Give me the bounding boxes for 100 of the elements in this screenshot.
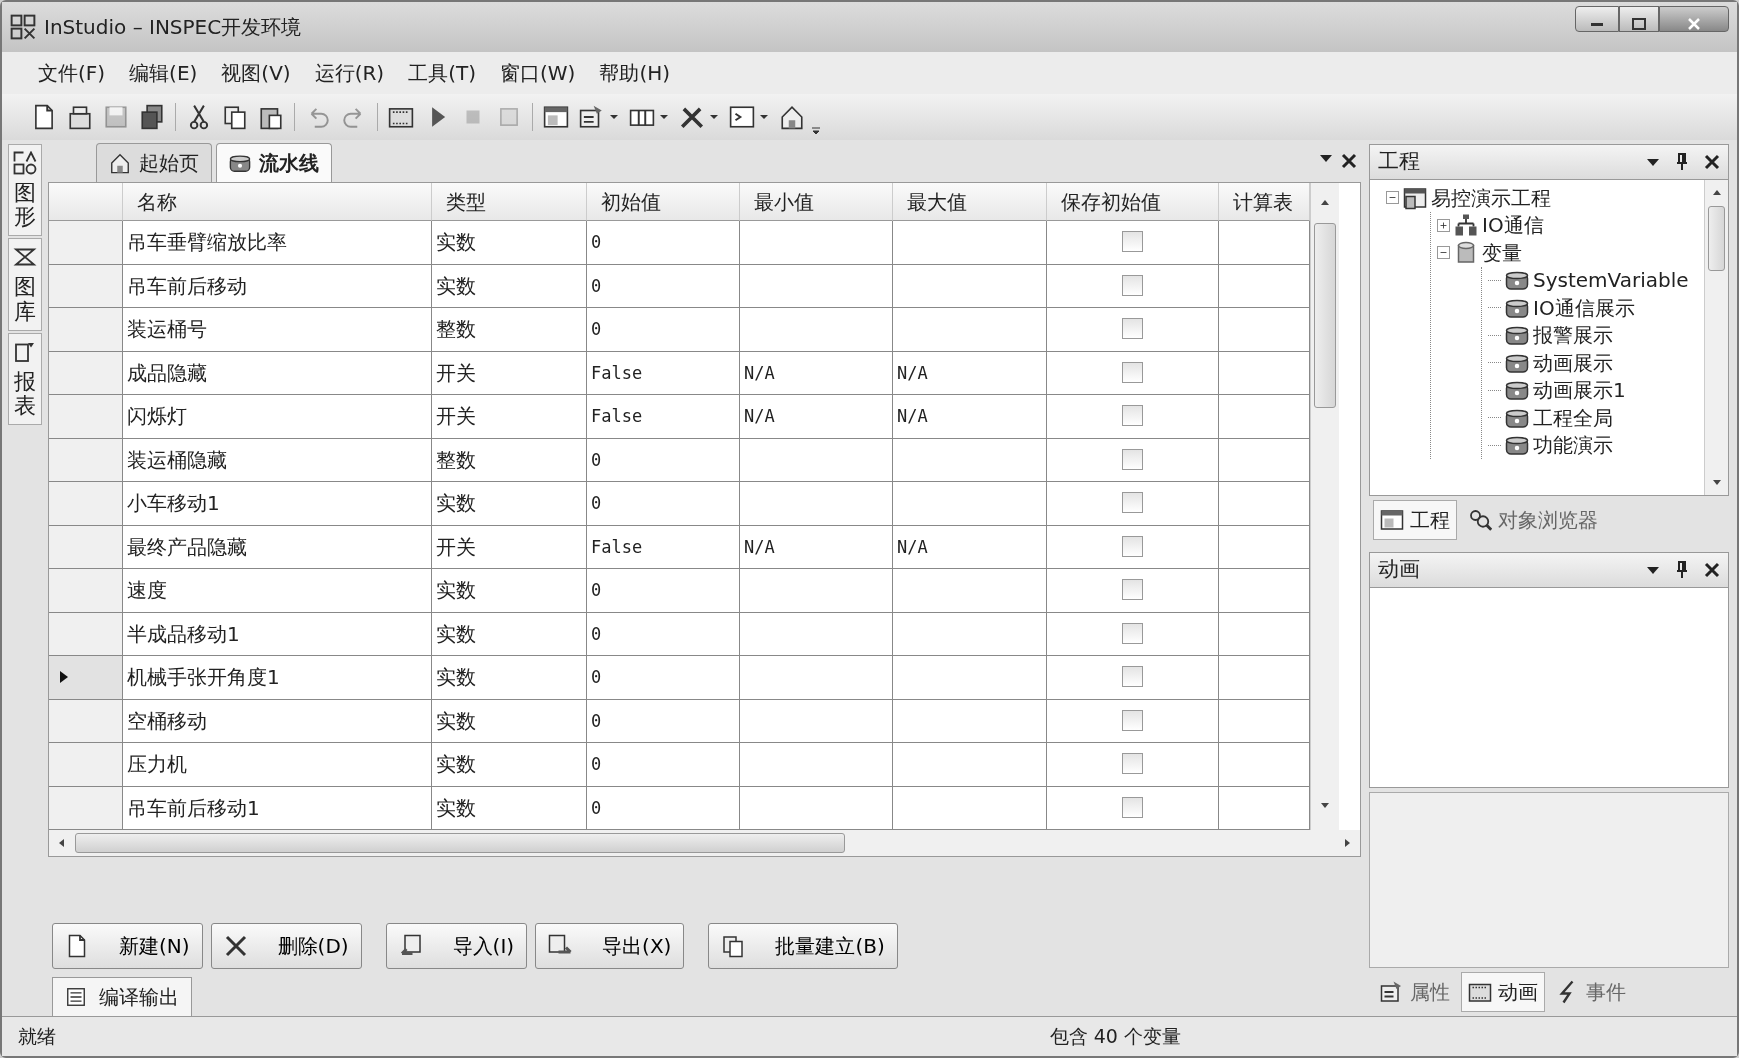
checkbox[interactable] [1122, 535, 1143, 557]
menu-item[interactable]: 工具(T) [396, 56, 488, 90]
checkbox[interactable] [1122, 448, 1143, 470]
panel-tab[interactable]: 事件 [1549, 972, 1633, 1012]
table-cell: 装运桶号 [123, 308, 432, 352]
checkbox[interactable] [1122, 753, 1143, 774]
menu-item[interactable]: 运行(R) [302, 56, 397, 90]
checkbox[interactable] [1122, 318, 1143, 339]
pin-icon[interactable] [1676, 561, 1688, 579]
checkbox[interactable] [1122, 231, 1143, 252]
scroll-left-arrow-icon[interactable] [57, 838, 67, 848]
table-cell: 装运桶隐藏 [123, 438, 432, 482]
row-header[interactable] [49, 699, 123, 743]
checkbox[interactable] [1122, 361, 1143, 383]
table-cell: 最终产品隐藏 [123, 525, 432, 569]
scroll-down-arrow-icon[interactable] [1320, 800, 1330, 810]
action-button[interactable]: 删除(D) [210, 923, 362, 969]
scroll-thumb[interactable] [75, 833, 845, 853]
minimize-button[interactable] [1575, 6, 1619, 32]
panel-tab[interactable]: 工程 [1373, 500, 1457, 540]
row-header[interactable] [49, 264, 123, 308]
row-header[interactable] [49, 438, 123, 482]
row-header[interactable] [49, 221, 123, 265]
scroll-thumb[interactable] [1314, 223, 1336, 408]
checkbox[interactable] [1122, 274, 1143, 296]
scroll-right-arrow-icon[interactable] [1342, 838, 1352, 848]
close-icon[interactable] [1704, 562, 1720, 578]
collapse-icon[interactable] [1386, 191, 1399, 205]
action-button[interactable]: 导入(I) [385, 923, 528, 969]
side-tab[interactable]: 报表 [8, 332, 42, 426]
menu-item[interactable]: 编辑(E) [117, 56, 210, 90]
column-header[interactable]: 保存初始值 [1047, 183, 1219, 221]
document-tab[interactable]: 起始页 [96, 143, 212, 182]
dropdown-icon[interactable] [1646, 565, 1660, 575]
menu-item[interactable]: 窗口(W) [488, 56, 588, 90]
table-cell: N/A [893, 351, 1047, 395]
dropdown-icon[interactable] [1646, 157, 1660, 167]
box-icon [67, 104, 93, 130]
scroll-up-arrow-icon[interactable] [1711, 188, 1722, 198]
collapse-icon[interactable] [1437, 246, 1450, 260]
action-button[interactable]: 导出(X) [535, 923, 685, 969]
row-header[interactable] [49, 786, 123, 830]
checkbox[interactable] [1122, 709, 1143, 731]
pin-icon[interactable] [1676, 153, 1688, 171]
maximize-button[interactable] [1619, 6, 1659, 32]
vertical-scrollbar[interactable] [1704, 180, 1728, 495]
checkbox[interactable] [1122, 405, 1143, 426]
checkbox[interactable] [1122, 666, 1143, 687]
menu-item[interactable]: 视图(V) [209, 56, 303, 90]
checkbox[interactable] [1122, 796, 1143, 818]
column-header[interactable]: 最小值 [740, 183, 893, 221]
checkbox[interactable] [1122, 622, 1143, 644]
row-header[interactable] [49, 395, 123, 439]
column-header[interactable]: 名称 [123, 183, 432, 221]
checkbox[interactable] [1122, 492, 1143, 513]
row-header[interactable] [49, 569, 123, 613]
row-header[interactable] [49, 525, 123, 569]
menu-item[interactable]: 帮助(H) [587, 56, 683, 90]
panel-tab[interactable]: 动画 [1461, 972, 1545, 1012]
action-button[interactable]: 批量建立(B) [708, 923, 898, 969]
table-cell: 实数 [432, 569, 587, 613]
scroll-down-arrow-icon[interactable] [1711, 477, 1722, 487]
dropdown-icon[interactable] [1319, 153, 1333, 163]
panel-tab[interactable]: 对象浏览器 [1461, 500, 1605, 540]
side-tab[interactable]: 图形 [8, 144, 42, 237]
status-text: 就绪 [18, 1024, 56, 1050]
action-button[interactable]: 新建(N) [52, 923, 203, 969]
table-cell: 空桶移动 [123, 699, 432, 743]
close-button[interactable] [1659, 6, 1729, 32]
column-header[interactable]: 最大值 [893, 183, 1047, 221]
table-cell: 0 [587, 743, 740, 787]
tree-item[interactable]: 功能演示 [1533, 430, 1613, 461]
row-header[interactable] [49, 656, 123, 700]
tree-item[interactable]: 易控演示工程 [1431, 182, 1551, 213]
close-icon[interactable] [1704, 154, 1720, 170]
row-header[interactable] [49, 482, 123, 526]
row-header[interactable] [49, 743, 123, 787]
column-header[interactable]: 计算表 [1219, 183, 1310, 221]
checkbox[interactable] [1122, 579, 1143, 600]
row-header[interactable] [49, 351, 123, 395]
vertical-scrollbar[interactable] [1310, 183, 1339, 830]
row-header[interactable] [49, 612, 123, 656]
drum-icon [229, 152, 251, 174]
project-window-icon [1403, 185, 1427, 210]
close-icon[interactable] [1341, 153, 1357, 169]
column-header[interactable]: 类型 [432, 183, 587, 221]
expand-icon[interactable] [1437, 218, 1450, 232]
document-tab[interactable]: 流水线 [216, 143, 332, 182]
menu-item[interactable]: 文件(F) [26, 56, 118, 90]
table-cell: 0 [587, 264, 740, 308]
output-tab[interactable]: 编译输出 [52, 977, 192, 1016]
panel-tab[interactable]: 属性 [1373, 972, 1457, 1012]
scroll-up-arrow-icon[interactable] [1320, 198, 1330, 208]
side-tab[interactable]: 图库 [8, 238, 42, 331]
scroll-thumb[interactable] [1708, 206, 1725, 271]
horizontal-scrollbar[interactable] [49, 830, 1360, 856]
column-header[interactable]: 初始值 [587, 183, 740, 221]
row-header[interactable] [49, 308, 123, 352]
app-logo-icon [10, 14, 36, 40]
table-cell: 开关 [432, 351, 587, 395]
